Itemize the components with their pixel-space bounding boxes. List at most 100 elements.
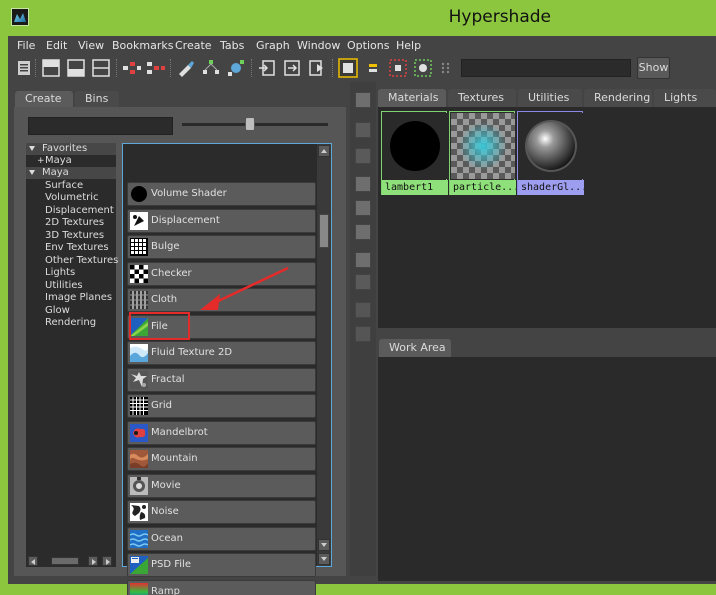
graph-tool-icon[interactable]	[355, 224, 371, 240]
tab-bins[interactable]: Bins	[75, 91, 119, 107]
node-button-noise[interactable]: Noise	[127, 500, 316, 524]
menu-bookmarks[interactable]: Bookmarks	[112, 39, 173, 52]
material-swatch-lambert1[interactable]: lambert1	[381, 111, 448, 195]
node-button-movie[interactable]: Movie	[127, 473, 316, 498]
mandelbrot-icon	[130, 423, 148, 442]
scroll-right-arrow-icon[interactable]	[88, 556, 98, 566]
node-button-fractal[interactable]: Fractal	[127, 367, 316, 392]
menu-options[interactable]: Options	[347, 39, 389, 52]
tree-item-2d-textures[interactable]: 2D Textures	[26, 217, 116, 229]
tree-horizontal-scrollbar[interactable]	[26, 555, 114, 567]
tab-lights[interactable]: Lights	[654, 89, 716, 107]
work-area-canvas[interactable]	[378, 357, 716, 581]
graph-tool-icon[interactable]	[355, 92, 371, 108]
menu-view[interactable]: View	[78, 39, 104, 52]
node-button-ramp[interactable]: Ramp	[127, 579, 316, 595]
graph-tool-icon[interactable]	[355, 274, 371, 290]
tree-item-favorites-maya[interactable]: + Maya	[26, 155, 116, 167]
material-swatch-particle[interactable]: particle...	[449, 111, 516, 195]
expand-plus-icon[interactable]: +	[37, 155, 45, 167]
graph-tool-icon[interactable]	[355, 176, 371, 192]
scrollbar-thumb[interactable]	[51, 557, 79, 565]
menu-edit[interactable]: Edit	[46, 39, 67, 52]
tree-item-3d-textures[interactable]: 3D Textures	[26, 230, 116, 242]
list-icon[interactable]	[14, 58, 34, 78]
tab-create[interactable]: Create	[15, 91, 73, 107]
menu-window[interactable]: Window	[297, 39, 340, 52]
displacement-icon	[130, 211, 148, 230]
frame-icon[interactable]	[413, 58, 433, 78]
tree-item-image-planes[interactable]: Image Planes	[26, 292, 116, 304]
psd-file-icon	[130, 556, 148, 574]
tab-materials[interactable]: Materials	[378, 89, 446, 107]
tab-rendering[interactable]: Rendering	[584, 89, 652, 107]
menu-help[interactable]: Help	[396, 39, 421, 52]
material-swatch-shader-glow[interactable]: shaderGl...	[517, 111, 584, 195]
graph-tool-icon[interactable]	[355, 148, 371, 164]
render-icon[interactable]	[307, 58, 327, 78]
node-button-fluid-texture-2d[interactable]: Fluid Texture 2D	[127, 341, 316, 365]
scroll-left-arrow-icon[interactable]	[28, 556, 38, 566]
export-icon[interactable]	[282, 58, 302, 78]
node-filter-input[interactable]	[28, 117, 173, 135]
tab-textures[interactable]: Textures	[448, 89, 516, 107]
tree-item-utilities[interactable]: Utilities	[26, 280, 116, 292]
menu-file[interactable]: File	[17, 39, 35, 52]
graph-output-icon[interactable]	[146, 58, 166, 78]
node-button-psd-file[interactable]: PSD File	[127, 553, 316, 577]
graph-tool-icon[interactable]	[355, 302, 371, 318]
collapse-arrow-icon[interactable]	[29, 146, 35, 151]
scroll-down-arrow-icon[interactable]	[318, 553, 330, 565]
grid-dots-icon[interactable]	[355, 122, 371, 138]
brush-icon[interactable]	[176, 58, 196, 78]
network-icon[interactable]	[201, 58, 221, 78]
swatch-small-icon[interactable]	[363, 58, 383, 78]
collapse-arrow-icon[interactable]	[29, 170, 35, 175]
menu-create[interactable]: Create	[175, 39, 212, 52]
tree-item-lights[interactable]: Lights	[26, 267, 116, 279]
tab-utilities[interactable]: Utilities	[518, 89, 582, 107]
graph-input-icon[interactable]	[122, 58, 142, 78]
icon-size-slider[interactable]	[182, 123, 328, 126]
tab-work-area[interactable]: Work Area	[379, 339, 451, 357]
tree-item-other-textures[interactable]: Other Textures	[26, 255, 118, 267]
tree-item-glow[interactable]: Glow	[26, 305, 116, 317]
tree-item-displacement[interactable]: Displacement	[26, 205, 116, 217]
show-button[interactable]: Show	[637, 57, 670, 79]
toolbar-search-field[interactable]	[461, 59, 631, 77]
scroll-up-arrow-icon[interactable]	[318, 145, 330, 157]
node-list-scrollbar[interactable]	[317, 144, 331, 566]
scrollbar-thumb[interactable]	[319, 214, 329, 248]
node-button-ocean[interactable]: Ocean	[127, 526, 316, 551]
particle-cloud-icon	[451, 113, 515, 179]
graph-tool-icon[interactable]	[355, 252, 371, 268]
snapshot-icon[interactable]	[388, 58, 408, 78]
layout-bottom-icon[interactable]	[66, 58, 86, 78]
tree-item-rendering[interactable]: Rendering	[26, 317, 116, 329]
layout-top-icon[interactable]	[41, 58, 61, 78]
menu-graph[interactable]: Graph	[256, 39, 290, 52]
dots-icon[interactable]	[438, 58, 458, 78]
graph-tool-icon[interactable]	[355, 200, 371, 216]
tree-item-env-textures[interactable]: Env Textures	[26, 242, 116, 254]
scroll-down-arrow-icon[interactable]	[318, 539, 330, 551]
tree-item-favorites[interactable]: Favorites	[26, 143, 116, 155]
node-button-grid[interactable]: Grid	[127, 394, 316, 418]
tree-item-volumetric[interactable]: Volumetric	[26, 192, 116, 204]
menu-tabs[interactable]: Tabs	[220, 39, 244, 52]
icon-size-slider-thumb[interactable]	[244, 117, 255, 131]
node-button-displacement[interactable]: Displacement	[127, 208, 316, 233]
node-button-bulge[interactable]: Bulge	[127, 235, 316, 259]
node-button-volume-shader[interactable]: Volume Shader	[127, 182, 316, 206]
tree-item-surface[interactable]: Surface	[26, 180, 116, 192]
graph-tool-strip	[350, 82, 376, 576]
network-expand-icon[interactable]	[226, 58, 246, 78]
graph-tool-icon[interactable]	[355, 326, 371, 342]
scroll-right-arrow-icon[interactable]	[102, 556, 112, 566]
node-button-mandelbrot[interactable]: Mandelbrot	[127, 420, 316, 445]
tree-item-maya[interactable]: Maya	[26, 167, 116, 179]
node-button-mountain[interactable]: Mountain	[127, 447, 316, 471]
swatch-icon[interactable]	[338, 58, 358, 78]
layout-split-icon[interactable]	[91, 58, 111, 78]
import-icon[interactable]	[257, 58, 277, 78]
